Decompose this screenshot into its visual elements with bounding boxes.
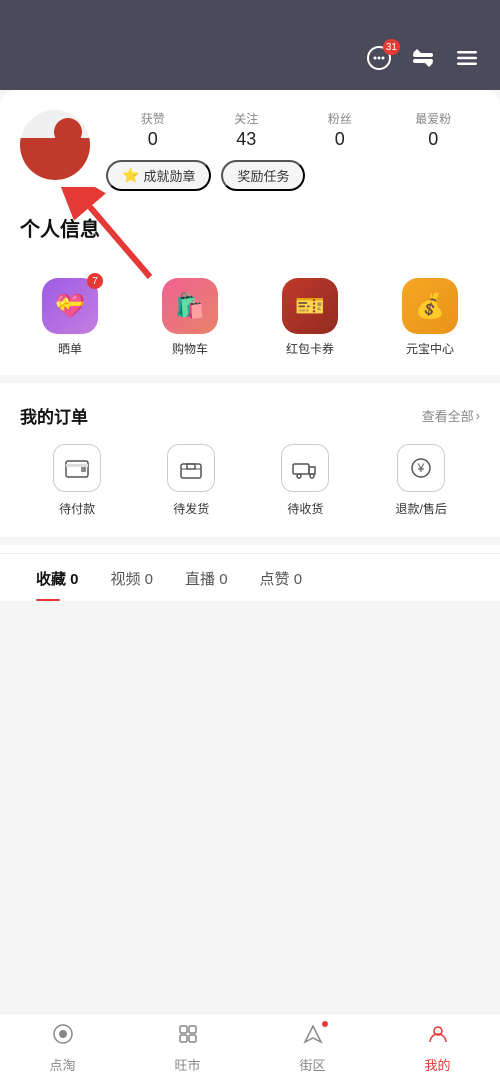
orders-icons-row: 待付款 待发货 [20,444,480,517]
stat-value-zuiaifan: 0 [428,129,438,150]
tabs-row: 收藏 0 视频 0 直播 0 点赞 0 [20,554,480,601]
personal-info-section: 个人信息 [0,207,500,258]
pending-receive-label: 待收货 [287,500,323,517]
refund-icon: ¥ [397,444,445,492]
stat-guanzhu: 关注 43 [216,110,276,150]
stat-label-fensi: 粉丝 [328,110,352,127]
stat-fensi: 粉丝 0 [310,110,370,150]
badges-row: ⭐ 成就勋章 奖励任务 [106,160,480,191]
order-pending-receive[interactable]: 待收货 [281,444,329,517]
message-badge: 31 [383,39,400,55]
quick-icon-yuanbao[interactable]: 💰 元宝中心 [402,278,458,357]
shandan-badge: 7 [87,273,103,289]
stats-row: 获赞 0 关注 43 粉丝 0 最爱粉 0 [106,110,480,150]
order-pending-ship[interactable]: 待发货 [167,444,215,517]
wangshi-icon [177,1023,199,1051]
avatar[interactable] [20,110,90,180]
yuanbao-label: 元宝中心 [406,340,454,357]
reward-task-button[interactable]: 奖励任务 [221,160,305,191]
quick-icon-cart[interactable]: 🛍️ 购物车 [162,278,218,357]
achievement-badge-button[interactable]: ⭐ 成就勋章 [106,160,211,191]
nav-wangshi-label: 旺市 [174,1055,200,1074]
pending-receive-icon [281,444,329,492]
stat-label-guanzhu: 关注 [234,110,258,127]
coupon-label: 红包卡券 [286,340,334,357]
profile-header: 获赞 0 关注 43 粉丝 0 最爱粉 0 ⭐ [0,90,500,207]
pending-payment-label: 待付款 [59,500,95,517]
nav-wode[interactable]: 我的 [375,1015,500,1082]
order-pending-payment[interactable]: 待付款 [53,444,101,517]
orders-section: 我的订单 查看全部 › 待付款 [0,391,500,529]
shandan-label: 晒单 [58,340,82,357]
stat-value-guanzhu: 43 [236,129,256,150]
pending-ship-icon [167,444,215,492]
quick-icon-shandan[interactable]: 💝 7 晒单 [42,278,98,357]
achievement-badge-label: 成就勋章 [143,166,195,185]
wode-icon [427,1023,449,1051]
star-icon: ⭐ [122,167,139,184]
shandan-icon: 💝 [55,292,85,321]
orders-link-text: 查看全部 [422,406,474,425]
jiequ-icon [302,1023,324,1051]
transfer-icon[interactable] [410,45,436,78]
stat-label-huozan: 获赞 [141,110,165,127]
pending-ship-label: 待发货 [173,500,209,517]
tab-collection-label: 收藏 0 [36,571,79,588]
nav-wangshi[interactable]: 旺市 [125,1015,250,1082]
pending-payment-icon [53,444,101,492]
tab-collection[interactable]: 收藏 0 [20,554,95,601]
shandan-icon-box: 💝 7 [42,278,98,334]
refund-label: 退款/售后 [396,500,447,517]
orders-view-all-link[interactable]: 查看全部 › [422,406,480,425]
stat-huozan: 获赞 0 [123,110,183,150]
tab-video[interactable]: 视频 0 [95,554,170,601]
yuanbao-icon: 💰 [415,292,445,321]
tab-live[interactable]: 直播 0 [169,554,244,601]
coupon-icon-box: 🎫 [282,278,338,334]
stat-value-huozan: 0 [148,129,158,150]
svg-text:¥: ¥ [417,461,425,475]
jiequ-dot [322,1021,328,1027]
reward-task-label: 奖励任务 [237,166,289,185]
cart-icon: 🛍️ [175,292,205,321]
diantao-icon [52,1023,74,1051]
cart-icon-box: 🛍️ [162,278,218,334]
yuanbao-icon-box: 💰 [402,278,458,334]
tab-live-label: 直播 0 [185,571,228,588]
stat-value-fensi: 0 [335,129,345,150]
orders-header: 我的订单 查看全部 › [20,403,480,428]
tab-like[interactable]: 点赞 0 [244,554,319,601]
chevron-right-icon: › [476,408,480,423]
cart-label: 购物车 [172,340,208,357]
nav-diantao[interactable]: 点淘 [0,1015,125,1082]
coupon-icon: 🎫 [295,292,325,321]
main-card: 获赞 0 关注 43 粉丝 0 最爱粉 0 ⭐ [0,90,500,931]
tabs-section: 收藏 0 视频 0 直播 0 点赞 0 [0,553,500,601]
personal-info-title: 个人信息 [20,213,480,242]
quick-icons-grid: 💝 7 晒单 🛍️ 购物车 🎫 红包卡券 💰 元宝中心 [0,258,500,367]
bottom-nav: 点淘 旺市 街区 我的 [0,1013,500,1083]
stat-zuiaifan: 最爱粉 0 [403,110,463,150]
nav-jiequ-label: 街区 [299,1055,325,1074]
menu-icon[interactable] [454,45,480,78]
divider-1 [0,375,500,383]
divider-2 [0,537,500,545]
tab-like-label: 点赞 0 [260,571,303,588]
nav-jiequ[interactable]: 街区 [250,1015,375,1082]
content-area [0,601,500,931]
stat-label-zuiaifan: 最爱粉 [415,110,451,127]
stats-area: 获赞 0 关注 43 粉丝 0 最爱粉 0 ⭐ [106,110,480,191]
orders-title: 我的订单 [20,403,88,428]
tab-video-label: 视频 0 [111,571,154,588]
message-icon[interactable]: 31 [366,45,392,78]
top-bar: 31 [0,0,500,90]
nav-diantao-label: 点淘 [49,1055,75,1074]
nav-wode-label: 我的 [424,1055,450,1074]
order-refund[interactable]: ¥ 退款/售后 [396,444,447,517]
quick-icon-coupon[interactable]: 🎫 红包卡券 [282,278,338,357]
